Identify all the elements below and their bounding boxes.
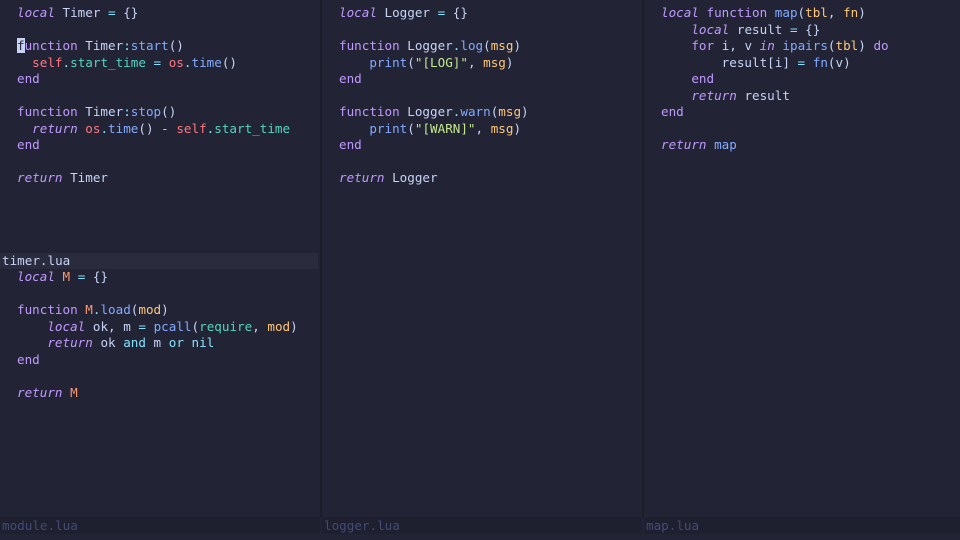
statusline-logger[interactable]: logger.lua <box>322 517 642 534</box>
code-line-11: return Logger <box>339 170 438 185</box>
code-line-4: print("[LOG]", msg) <box>369 54 514 70</box>
code-line-6: return result <box>691 87 790 103</box>
code-area-timer[interactable]: local Timer = {} function Timer:start() … <box>0 0 318 187</box>
code-line-7: function Logger.warn(msg) <box>339 104 529 119</box>
code-line-3: function M.load(mod) <box>17 302 169 317</box>
code-line-5: end <box>691 71 715 86</box>
code-line-3: function Logger.log(msg) <box>339 38 522 53</box>
code-line-7: function Timer:stop() <box>17 104 177 119</box>
editor-pane-logger[interactable]: local Logger = {} function Logger.log(ms… <box>322 0 642 517</box>
code-area-logger[interactable]: local Logger = {} function Logger.log(ms… <box>322 0 642 187</box>
code-line-4: result[i] = fn(v) <box>721 54 851 70</box>
code-line-5: end <box>17 71 40 86</box>
statusline-module[interactable]: module.lua <box>0 517 320 534</box>
editor-pane-map[interactable]: local function map(tbl, fn) local result… <box>644 0 960 517</box>
statusline-map[interactable]: map.lua <box>644 517 960 534</box>
code-line-1: local function map(tbl, fn) <box>661 5 866 20</box>
text-cursor: f <box>17 38 25 53</box>
code-line-5: return ok and m or nil <box>47 335 215 350</box>
code-line-11: return Timer <box>17 170 109 185</box>
code-area-map[interactable]: local function map(tbl, fn) local result… <box>644 0 960 154</box>
code-line-4: self.start_time = os.time() <box>32 54 237 70</box>
code-line-9: return map <box>661 137 737 152</box>
editor-pane-timer[interactable]: local Timer = {} function Timer:start() … <box>0 0 318 253</box>
code-line-6: end <box>17 351 40 367</box>
statusline-timer[interactable]: timer.lua <box>0 253 318 269</box>
code-line-9: end <box>339 137 362 152</box>
code-line-1: local M = {} <box>17 269 109 284</box>
code-line-2: local result = {} <box>691 21 821 37</box>
code-line-3: for i, v in ipairs(tbl) do <box>691 38 889 53</box>
code-line-8: print("[WARN]", msg) <box>369 120 522 136</box>
code-line-1: local Timer = {} <box>17 5 139 20</box>
code-area-module[interactable]: local M = {} function M.load(mod) local … <box>0 269 318 401</box>
code-line-8: return M <box>17 384 78 400</box>
code-line-3: function Timer:start() <box>17 38 184 53</box>
code-line-7: end <box>661 104 684 119</box>
command-line[interactable] <box>0 534 960 540</box>
code-line-5: end <box>339 71 362 86</box>
code-line-8: return os.time() - self.start_time <box>32 120 291 136</box>
code-line-1: local Logger = {} <box>339 5 468 20</box>
code-line-9: end <box>17 137 40 152</box>
code-line-4: local ok, m = pcall(require, mod) <box>47 318 298 334</box>
editor-pane-module[interactable]: local M = {} function M.load(mod) local … <box>0 269 318 517</box>
